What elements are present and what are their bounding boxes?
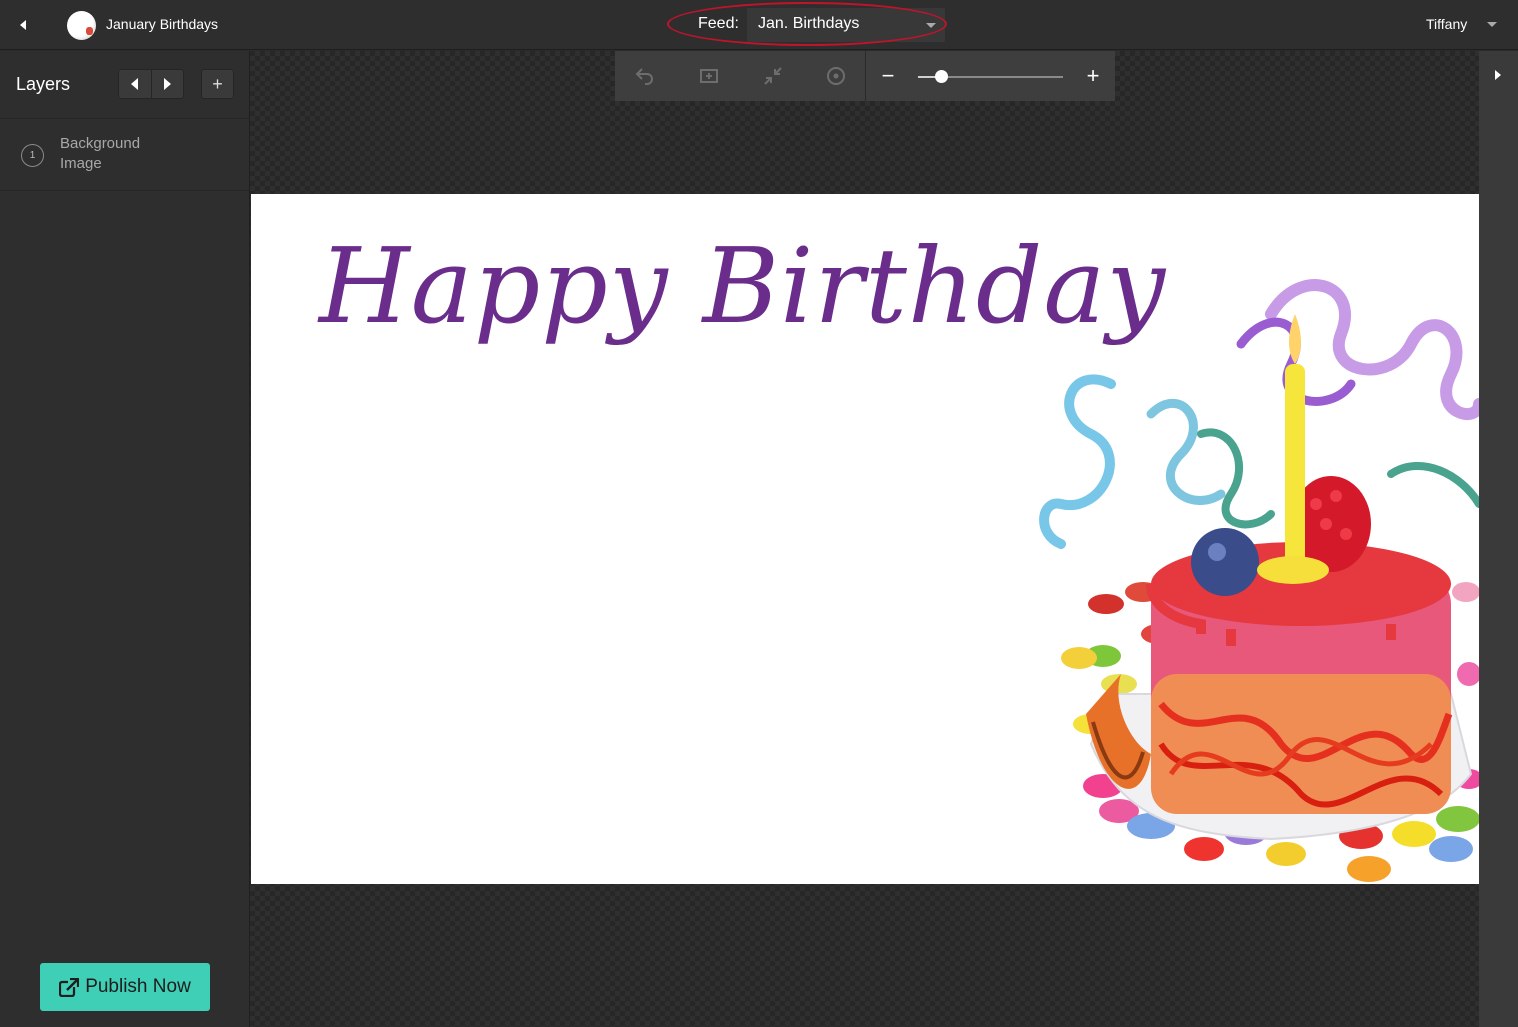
fit-canvas-button[interactable] [694, 62, 724, 90]
project-thumbnail [67, 11, 96, 40]
publish-now-button[interactable]: Publish Now [40, 963, 210, 1011]
add-layer-button[interactable]: + [201, 69, 234, 99]
canvas-toolbar: − + [615, 51, 1115, 101]
previous-layer-button[interactable] [119, 70, 151, 98]
collapse-button[interactable] [758, 62, 788, 90]
caret-left-icon [130, 78, 138, 90]
center-button[interactable] [821, 62, 851, 90]
feed-label: Feed: [698, 15, 739, 32]
publish-now-label: Publish Now [85, 976, 191, 997]
feed-select[interactable]: Jan. Birthdays [747, 8, 945, 42]
layer-number-badge: 1 [21, 144, 44, 167]
zoom-out-button[interactable]: − [877, 63, 899, 88]
expand-right-panel-button[interactable] [1490, 67, 1506, 83]
target-icon [827, 67, 845, 85]
top-bar: January Birthdays Feed: Jan. Birthdays T… [0, 0, 1518, 50]
project-title: January Birthdays [106, 16, 219, 32]
zoom-in-button[interactable]: + [1082, 63, 1104, 88]
user-menu-caret-icon[interactable] [1487, 22, 1497, 27]
collapse-arrows-icon [764, 67, 782, 85]
zoom-slider[interactable] [918, 70, 1063, 83]
layer-item[interactable]: 1 Background Image [0, 118, 249, 191]
birthday-cake-image [1039, 279, 1479, 882]
zoom-slider-thumb[interactable] [935, 70, 949, 83]
caret-left-icon [20, 20, 26, 30]
back-button[interactable] [14, 15, 34, 35]
fit-canvas-icon [700, 69, 718, 83]
user-menu-name[interactable]: Tiffany [1426, 16, 1467, 32]
external-link-icon [59, 977, 80, 997]
next-layer-button[interactable] [150, 70, 184, 98]
layer-label: Background Image [60, 135, 141, 172]
layers-title: Layers [16, 74, 71, 94]
caret-right-icon [164, 78, 172, 90]
undo-button[interactable] [630, 62, 660, 90]
undo-icon [635, 68, 653, 85]
happy-birthday-headline[interactable]: Happy Birthday [319, 226, 1165, 346]
chevron-down-icon [926, 23, 936, 28]
design-canvas[interactable]: Happy Birthday [251, 194, 1479, 884]
caret-right-icon [1495, 70, 1501, 80]
layer-nav-group [118, 69, 184, 99]
right-panel-strip [1479, 51, 1518, 1027]
feed-select-value: Jan. Birthdays [758, 15, 860, 32]
toolbar-divider [865, 51, 866, 101]
layers-sidebar: Layers + 1 Background Image Publish Now [0, 51, 250, 1027]
